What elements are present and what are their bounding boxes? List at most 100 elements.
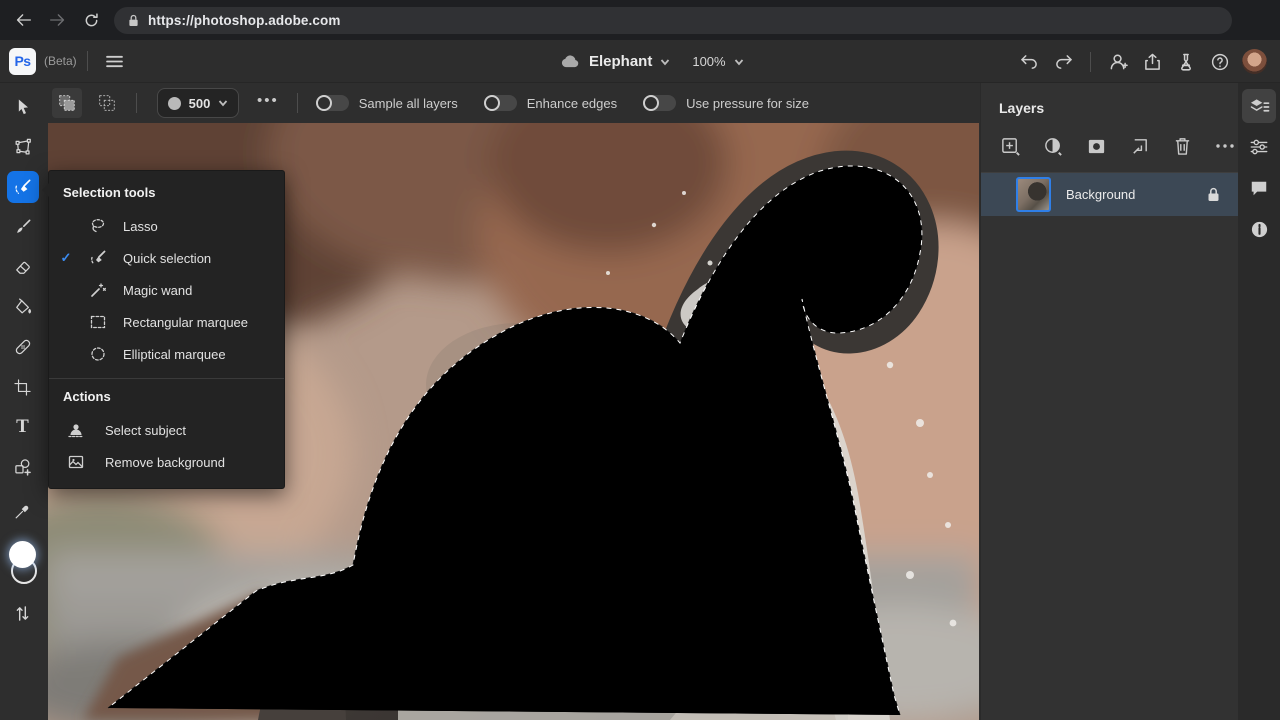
clipping-mask-button[interactable]	[1126, 134, 1152, 158]
menu-item-label: Magic wand	[123, 283, 192, 298]
actions-title: Actions	[49, 387, 284, 414]
beta-label: (Beta)	[44, 54, 77, 68]
layer-mask-button[interactable]	[1083, 134, 1109, 158]
type-tool-button[interactable]: T	[7, 411, 39, 443]
brush-size-value: 500	[189, 96, 211, 111]
use-pressure-toggle[interactable]	[643, 95, 676, 111]
eraser-tool-button[interactable]	[7, 251, 39, 283]
clipping-mask-icon	[1129, 136, 1150, 157]
brush-size-dropdown[interactable]: 500	[157, 88, 239, 118]
help-icon	[1211, 53, 1229, 71]
delete-layer-button[interactable]	[1169, 134, 1195, 158]
eyedropper-tool-button[interactable]	[7, 495, 39, 527]
layers-more-button[interactable]	[1212, 134, 1238, 158]
menu-item-quick-selection[interactable]: ✓ Quick selection	[49, 242, 284, 274]
comments-panel-tab[interactable]	[1242, 171, 1276, 205]
menu-item-label: Remove background	[105, 455, 225, 470]
move-tool-button[interactable]	[7, 91, 39, 123]
user-avatar[interactable]	[1242, 49, 1267, 74]
document-menu-button[interactable]	[660, 57, 670, 67]
comment-icon	[1249, 179, 1269, 198]
lock-icon	[128, 14, 139, 27]
rectangular-marquee-icon	[83, 313, 113, 331]
invite-people-button[interactable]	[1101, 46, 1135, 78]
adjustments-panel-tab[interactable]	[1242, 130, 1276, 164]
redo-button[interactable]	[1046, 46, 1080, 78]
toggle-knob	[643, 95, 659, 111]
subtract-selection-icon	[97, 93, 117, 113]
new-selection-mode-button[interactable]	[52, 88, 82, 118]
browser-back-button[interactable]	[6, 5, 40, 35]
swap-colors-button[interactable]	[7, 597, 39, 629]
menu-item-label: Rectangular marquee	[123, 315, 248, 330]
divider	[297, 93, 298, 113]
lasso-icon	[83, 217, 113, 235]
adjustment-layer-button[interactable]	[1040, 134, 1066, 158]
export-icon	[1144, 53, 1161, 71]
chevron-down-icon	[660, 57, 670, 67]
sample-all-layers-toggle[interactable]	[316, 95, 349, 111]
remove-background-icon	[61, 453, 91, 471]
document-title: Elephant	[589, 53, 652, 70]
undo-button[interactable]	[1012, 46, 1046, 78]
help-button[interactable]	[1203, 46, 1237, 78]
menu-item-lasso[interactable]: Lasso	[49, 210, 284, 242]
add-layer-icon	[1000, 136, 1021, 157]
crop-tool-button[interactable]	[7, 371, 39, 403]
layers-panel-title: Layers	[981, 83, 1238, 116]
layer-row-background[interactable]: Background	[981, 173, 1238, 216]
forward-arrow-icon	[49, 13, 66, 27]
add-layer-button[interactable]	[997, 134, 1023, 158]
brush-tool-button[interactable]	[7, 211, 39, 243]
main-menu-button[interactable]	[98, 45, 132, 77]
menu-item-label: Select subject	[105, 423, 186, 438]
menu-item-elliptical-marquee[interactable]: Elliptical marquee	[49, 338, 284, 370]
tool-rail: T	[0, 83, 45, 720]
browser-forward-button[interactable]	[40, 5, 74, 35]
divider	[136, 93, 137, 113]
zoom-menu-button[interactable]	[734, 57, 744, 67]
more-options-button[interactable]: •••	[257, 92, 279, 109]
new-selection-icon	[57, 93, 77, 113]
fill-tool-button[interactable]	[7, 291, 39, 323]
menu-item-remove-background[interactable]: Remove background	[49, 446, 284, 478]
layers-panel-tab[interactable]	[1242, 89, 1276, 123]
panel-rail	[1238, 83, 1280, 720]
brush-tip-icon	[168, 97, 181, 110]
document-info: Elephant 100%	[560, 40, 744, 83]
color-wells[interactable]	[7, 541, 39, 589]
bandage-icon	[13, 337, 33, 357]
experimental-features-button[interactable]	[1169, 46, 1203, 78]
shapes-tool-button[interactable]	[7, 451, 39, 483]
cloud-icon	[560, 55, 581, 69]
use-pressure-label: Use pressure for size	[686, 96, 809, 111]
quick-selection-tool-button[interactable]	[7, 171, 39, 203]
subtract-selection-mode-button[interactable]	[92, 88, 122, 118]
address-bar[interactable]: https://photoshop.adobe.com	[114, 7, 1232, 34]
info-panel-tab[interactable]	[1242, 212, 1276, 246]
transform-tool-button[interactable]	[7, 131, 39, 163]
menu-item-select-subject[interactable]: Select subject	[49, 414, 284, 446]
browser-toolbar: https://photoshop.adobe.com	[0, 0, 1280, 40]
elliptical-marquee-icon	[83, 345, 113, 363]
share-export-button[interactable]	[1135, 46, 1169, 78]
menu-item-label: Quick selection	[123, 251, 211, 266]
layer-name: Background	[1066, 187, 1207, 202]
heal-tool-button[interactable]	[7, 331, 39, 363]
enhance-edges-label: Enhance edges	[527, 96, 617, 111]
menu-item-rectangular-marquee[interactable]: Rectangular marquee	[49, 306, 284, 338]
browser-reload-button[interactable]	[74, 5, 108, 35]
menu-item-label: Lasso	[123, 219, 158, 234]
ellipsis-icon	[1215, 143, 1235, 149]
lock-icon[interactable]	[1207, 187, 1220, 202]
select-subject-icon	[61, 421, 91, 439]
zoom-level: 100%	[692, 54, 725, 69]
enhance-edges-toggle[interactable]	[484, 95, 517, 111]
menu-item-magic-wand[interactable]: Magic wand	[49, 274, 284, 306]
flask-icon	[1178, 53, 1194, 71]
layer-thumbnail[interactable]	[1016, 177, 1051, 212]
menu-item-label: Elliptical marquee	[123, 347, 226, 362]
toggle-knob	[316, 95, 332, 111]
foreground-color-well[interactable]	[9, 541, 36, 568]
photoshop-web-window: https://photoshop.adobe.com Ps (Beta) El…	[0, 0, 1280, 720]
